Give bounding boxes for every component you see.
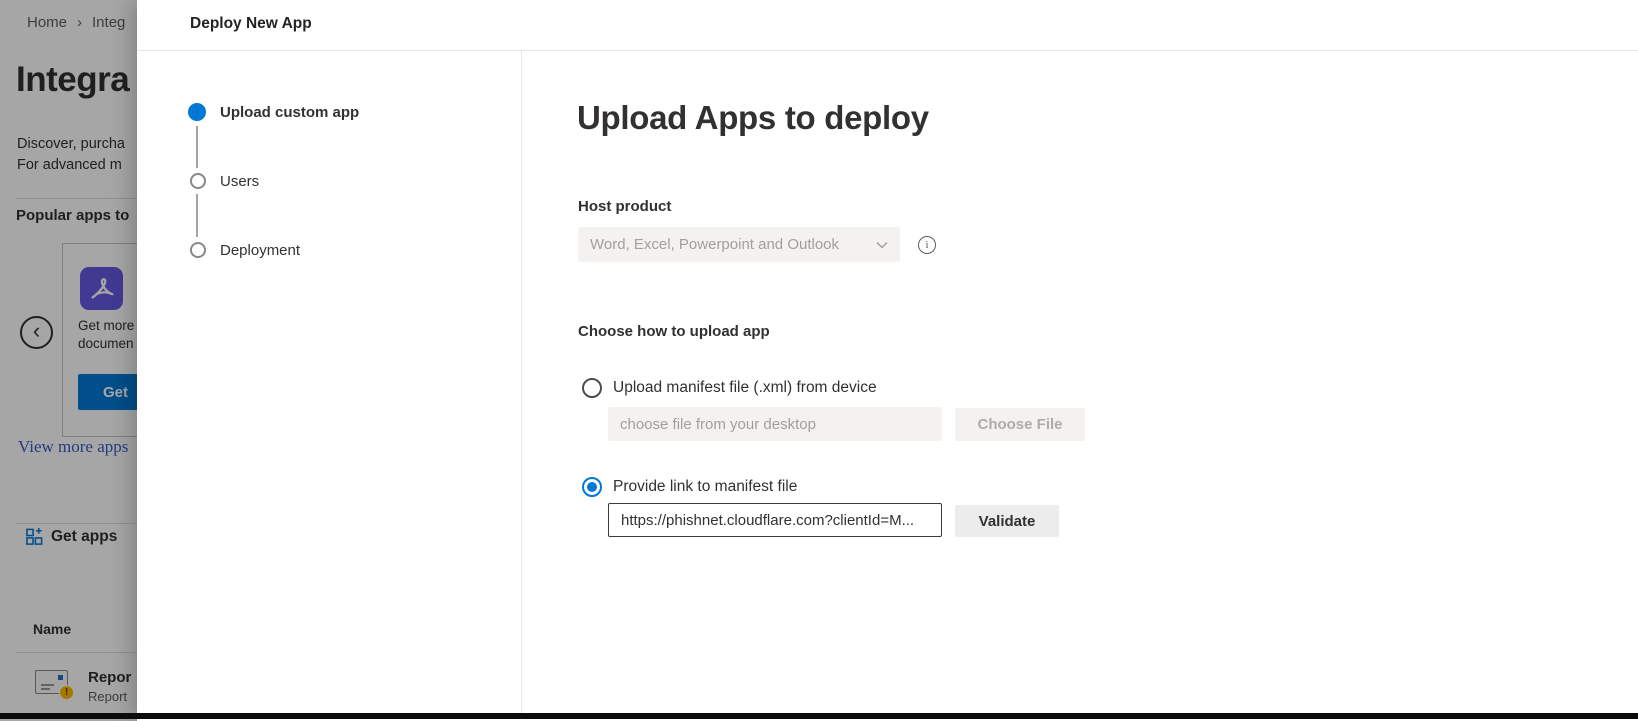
radio-provide-link[interactable] <box>582 477 602 497</box>
validate-button[interactable]: Validate <box>955 505 1059 537</box>
screen: Home›Integ Integra Discover, purcha For … <box>0 0 1638 721</box>
step-connector <box>196 194 198 237</box>
step-label-deployment[interactable]: Deployment <box>220 242 300 259</box>
step-indicator-deployment[interactable] <box>190 242 206 258</box>
radio-provide-link-label[interactable]: Provide link to manifest file <box>613 478 797 496</box>
step-indicator-users[interactable] <box>190 173 206 189</box>
choose-file-button: Choose File <box>955 408 1085 441</box>
host-product-value: Word, Excel, Powerpoint and Outlook <box>590 236 876 253</box>
step-connector <box>196 126 198 168</box>
panel-title: Deploy New App <box>190 15 312 33</box>
radio-upload-manifest-file-label[interactable]: Upload manifest file (.xml) from device <box>613 379 877 397</box>
manifest-file-input <box>608 407 942 441</box>
divider <box>137 50 1638 51</box>
info-icon[interactable]: i <box>918 236 936 254</box>
step-label-users[interactable]: Users <box>220 173 259 190</box>
step-label-upload-custom-app[interactable]: Upload custom app <box>220 104 359 121</box>
window-bottom-edge <box>0 713 1638 719</box>
host-product-label: Host product <box>578 198 671 215</box>
content-heading: Upload Apps to deploy <box>577 99 929 137</box>
divider <box>521 51 522 713</box>
chevron-down-icon <box>876 241 888 249</box>
step-indicator-upload-custom-app[interactable] <box>188 103 206 121</box>
choose-upload-method-label: Choose how to upload app <box>578 323 770 340</box>
deploy-new-app-panel: Deploy New App Upload custom app Users D… <box>137 0 1638 721</box>
manifest-link-input[interactable] <box>608 503 942 537</box>
radio-upload-manifest-file[interactable] <box>582 378 602 398</box>
modal-dim-overlay <box>0 0 137 721</box>
host-product-dropdown: Word, Excel, Powerpoint and Outlook <box>578 227 900 262</box>
